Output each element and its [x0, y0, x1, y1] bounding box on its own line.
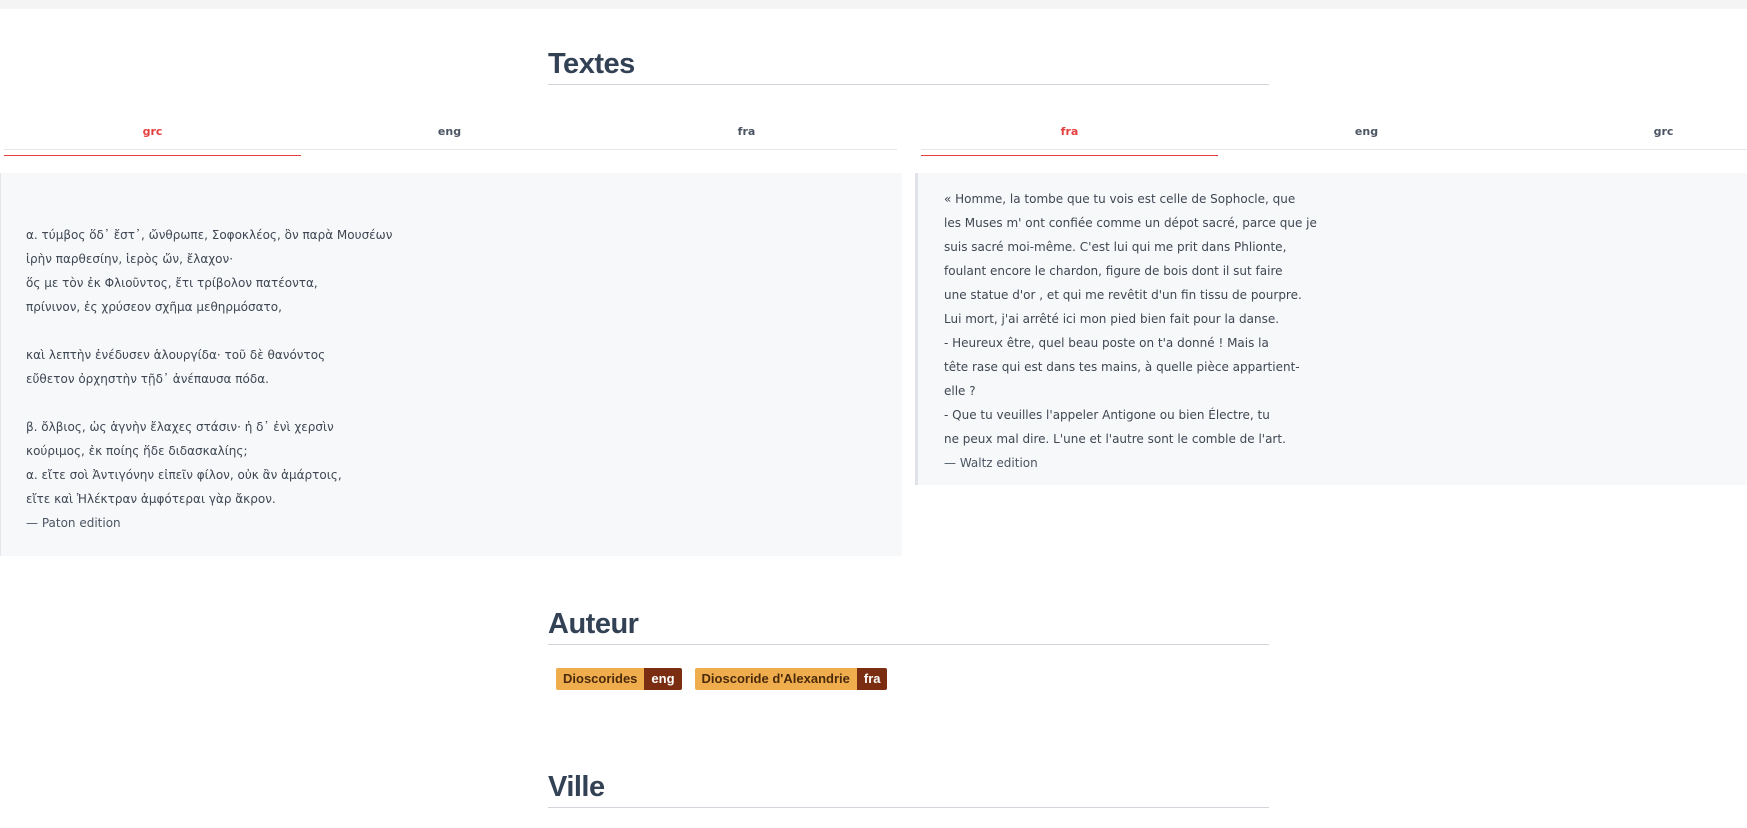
edition-attribution: — Paton edition — [26, 516, 121, 530]
tab-right-grc[interactable]: grc — [1515, 122, 1747, 149]
section-title-textes: Textes — [548, 46, 1269, 85]
stanza-gap — [26, 391, 902, 415]
author-badge[interactable]: Dioscoride d'Alexandrie fra — [694, 668, 888, 690]
section-title-auteur: Auteur — [548, 606, 1269, 645]
tab-left-grc[interactable]: grc — [4, 122, 301, 156]
text-line: α. τύμβος ὅδ᾽ ἔστ᾽, ὤνθρωπε, Σοφοκλέος, … — [26, 228, 393, 242]
author-name: Dioscoride d'Alexandrie — [694, 668, 857, 690]
text-line: - Heureux être, quel beau poste on t'a d… — [944, 336, 1269, 350]
text-line: « Homme, la tombe que tu vois est celle … — [944, 192, 1296, 206]
greek-text-panel: α. τύμβος ὅδ᾽ ἔστ᾽, ὤνθρωπε, Σοφοκλέος, … — [0, 173, 902, 556]
author-lang: eng — [644, 668, 682, 690]
text-line: foulant encore le chardon, figure de boi… — [944, 264, 1283, 278]
right-language-tabs: fra eng grc — [921, 122, 1747, 156]
tab-right-eng[interactable]: eng — [1218, 122, 1515, 149]
text-line: εὔθετον ὀρχηστὴν τῇδ᾽ ἀνέπαυσα πόδα. — [26, 372, 269, 386]
left-language-tabs: grc eng fra — [4, 122, 897, 156]
edition-attribution: — Waltz edition — [944, 456, 1038, 470]
author-badges: Dioscorides eng Dioscoride d'Alexandrie … — [556, 668, 900, 690]
stanza-gap — [26, 319, 902, 343]
text-line: α. εἴτε σοὶ Ἀντιγόνην εἰπεῖν φίλον, οὐκ … — [26, 468, 342, 482]
author-name: Dioscorides — [556, 668, 645, 690]
tab-left-eng[interactable]: eng — [301, 122, 598, 149]
tab-right-fra[interactable]: fra — [921, 122, 1218, 156]
text-line: ne peux mal dire. L'une et l'autre sont … — [944, 432, 1286, 446]
text-line: ὅς με τὸν ἐκ Φλιοῦντος, ἔτι τρίβολον πατ… — [26, 276, 318, 290]
text-line: β. ὄλβιος, ὡς ἁγνὴν ἔλαχες στάσιν· ἡ δ᾽ … — [26, 420, 334, 434]
text-line: εἴτε καὶ Ἠλέκτραν ἀμφότεραι γὰρ ἄκρον. — [26, 492, 276, 506]
text-line: - Que tu veuilles l'appeler Antigone ou … — [944, 408, 1270, 422]
author-lang: fra — [856, 668, 888, 690]
text-line: ἱρὴν παρθεσίην, ἱερὸς ὤν, ἔλαχον· — [26, 252, 234, 266]
author-badge[interactable]: Dioscorides eng — [556, 668, 682, 690]
text-line: κούριμος, ἐκ ποίης ἥδε διδασκαλίης; — [26, 444, 248, 458]
top-bar — [0, 0, 1747, 9]
text-line: une statue d'or , et qui me revêtit d'un… — [944, 288, 1302, 302]
section-title-ville: Ville — [548, 769, 1269, 808]
text-line: elle ? — [944, 384, 976, 398]
text-line: καὶ λεπτὴν ἐνέδυσεν ἁλουργίδα· τοῦ δὲ θα… — [26, 348, 326, 362]
text-line: suis sacré moi-même. C'est lui qui me pr… — [944, 240, 1287, 254]
tab-left-fra[interactable]: fra — [598, 122, 895, 149]
french-text-panel: « Homme, la tombe que tu vois est celle … — [915, 173, 1747, 485]
text-line: les Muses m' ont confiée comme un dépot … — [944, 216, 1317, 230]
text-line: Lui mort, j'ai arrêté ici mon pied bien … — [944, 312, 1280, 326]
text-line: πρίνινον, ἐς χρύσεον σχῆμα μεθηρμόσατο, — [26, 300, 282, 314]
text-line: tête rase qui est dans tes mains, à quel… — [944, 360, 1300, 374]
